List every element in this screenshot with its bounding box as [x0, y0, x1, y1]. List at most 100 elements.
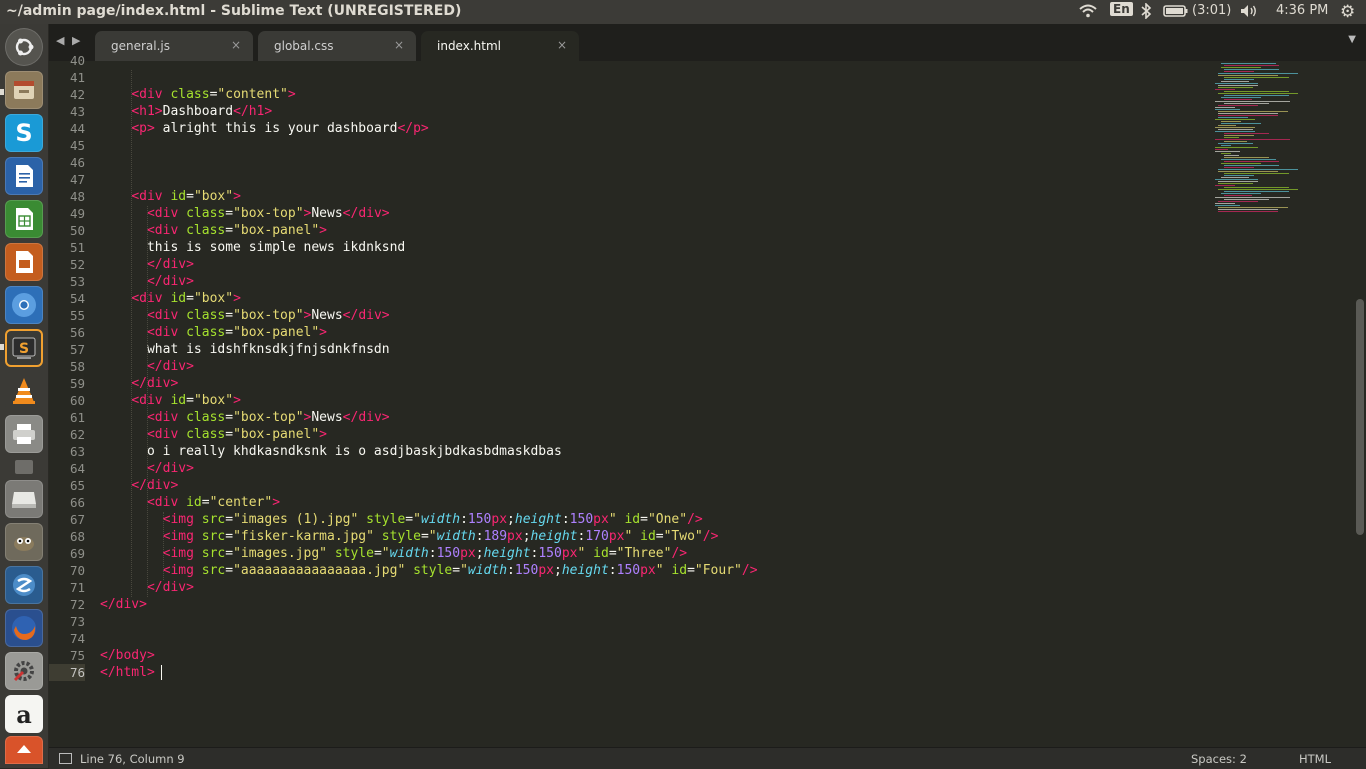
code-line[interactable]: <div class="box-top">News</div>: [100, 409, 390, 426]
line-number: 49: [69, 206, 85, 221]
line-number: 57: [69, 342, 85, 357]
drive-icon[interactable]: [5, 480, 43, 518]
sublime-text-icon[interactable]: S: [5, 329, 43, 367]
running-indicator: [0, 89, 4, 95]
minimap-line: [1218, 85, 1258, 86]
files-icon[interactable]: [5, 71, 43, 109]
code-line[interactable]: </html>: [100, 664, 162, 681]
line-number: 74: [69, 631, 85, 646]
line-number: 47: [69, 172, 85, 187]
line-number-gutter: 40 41 42 43 44 45 46 47 48 49 50 51 52 53 54 55 56 57 58 5…: [49, 53, 85, 747]
code-line[interactable]: <div class="box-panel">: [100, 324, 327, 341]
chromium-icon[interactable]: [5, 286, 43, 324]
code-line[interactable]: <img src="images.jpg" style="width:150px…: [100, 545, 687, 562]
ubuntu-dash-icon[interactable]: [5, 28, 43, 66]
line-number: 62: [69, 427, 85, 442]
minimap-line: [1218, 73, 1298, 74]
code-line[interactable]: </body>: [100, 647, 155, 664]
code-line[interactable]: </div>: [100, 375, 178, 392]
skype-icon[interactable]: S: [5, 114, 43, 152]
close-icon[interactable]: ×: [394, 38, 404, 52]
line-number: 75: [69, 648, 85, 663]
battery-icon[interactable]: [1163, 3, 1189, 23]
minimap-line: [1218, 125, 1236, 126]
minimap-line: [1218, 207, 1288, 208]
code-line[interactable]: <img src="images (1).jpg" style="width:1…: [100, 511, 703, 528]
line-number: 58: [69, 359, 85, 374]
indentation-setting[interactable]: Spaces: 2: [1191, 752, 1247, 766]
minimap-line: [1218, 209, 1278, 210]
vertical-scrollbar[interactable]: [1356, 299, 1364, 535]
code-line[interactable]: <div id="box">: [100, 392, 241, 409]
code-line[interactable]: <div class="box-panel">: [100, 222, 327, 239]
tab-scroll-right-icon[interactable]: ▶: [72, 34, 80, 47]
code-line[interactable]: <div class="box-top">News</div>: [100, 205, 390, 222]
tab-index-html[interactable]: index.html ×: [421, 31, 579, 61]
line-number: 52: [69, 257, 85, 272]
minimap-line: [1215, 203, 1235, 204]
volume-icon[interactable]: [1239, 3, 1259, 23]
removable-drive-icon[interactable]: [15, 460, 33, 474]
code-line[interactable]: <div class="box-top">News</div>: [100, 307, 390, 324]
clock[interactable]: 4:36 PM: [1276, 3, 1328, 18]
vlc-icon[interactable]: [5, 372, 43, 410]
code-line[interactable]: <div id="box">: [100, 188, 241, 205]
software-updater-icon[interactable]: [5, 736, 43, 764]
system-settings-icon[interactable]: [5, 652, 43, 690]
tab-general-js[interactable]: general.js ×: [95, 31, 253, 61]
minimap-line: [1224, 79, 1254, 80]
code-editor[interactable]: 40 41 42 43 44 45 46 47 48 49 50 51 52 53 54 55 56 57 58 5…: [49, 53, 1366, 747]
minimap-line: [1215, 205, 1240, 206]
line-number: 59: [69, 376, 85, 391]
gimp-icon[interactable]: [5, 523, 43, 561]
code-line[interactable]: this is some simple news ikdnksnd: [100, 239, 405, 256]
code-line[interactable]: <div class="box-panel">: [100, 426, 327, 443]
syntax-selector[interactable]: HTML: [1299, 752, 1331, 766]
code-line[interactable]: <div id="box">: [100, 290, 241, 307]
status-bar: Line 76, Column 9 Spaces: 2 HTML: [49, 747, 1366, 769]
bluetooth-icon[interactable]: [1140, 2, 1152, 23]
minimap-line: [1218, 143, 1253, 144]
line-number: 41: [69, 70, 85, 85]
line-number: 48: [69, 189, 85, 204]
code-line[interactable]: <div id="center">: [100, 494, 280, 511]
firefox-icon[interactable]: [5, 609, 43, 647]
panel-toggle-icon[interactable]: [59, 753, 72, 764]
code-line[interactable]: <p> alright this is your dashboard</p>: [100, 120, 428, 137]
calc-icon[interactable]: [5, 200, 43, 238]
minimap-line: [1224, 199, 1269, 200]
code-line[interactable]: what is idshfknsdkjfnjsdnkfnsdn: [100, 341, 390, 358]
tab-dropdown-icon[interactable]: ▼: [1348, 34, 1356, 45]
code-line[interactable]: </div>: [100, 477, 178, 494]
tab-global-css[interactable]: global.css ×: [258, 31, 416, 61]
close-icon[interactable]: ×: [557, 38, 567, 52]
wifi-icon[interactable]: [1078, 3, 1098, 23]
line-number: 54: [69, 291, 85, 306]
minimap[interactable]: [1215, 61, 1345, 221]
printer-icon[interactable]: [5, 415, 43, 453]
writer-icon[interactable]: [5, 157, 43, 195]
code-line[interactable]: </div>: [100, 596, 147, 613]
minimap-line: [1221, 121, 1241, 122]
code-line[interactable]: o i really khdkasndksnk is o asdjbaskjbd…: [100, 443, 562, 460]
line-number: 46: [69, 155, 85, 170]
keyboard-layout-icon[interactable]: En: [1110, 2, 1133, 17]
code-line[interactable]: <img src="aaaaaaaaaaaaaaaa.jpg" style="w…: [100, 562, 758, 579]
minimap-line: [1215, 149, 1228, 150]
minimap-line: [1224, 167, 1254, 168]
impress-icon[interactable]: [5, 243, 43, 281]
disk-utility-icon[interactable]: [5, 566, 43, 604]
power-gear-icon[interactable]: ⚙: [1340, 2, 1355, 22]
close-icon[interactable]: ×: [231, 38, 241, 52]
minimap-line: [1224, 157, 1269, 158]
line-number: 70: [69, 563, 85, 578]
minimap-line: [1224, 133, 1269, 134]
code-line[interactable]: <h1>Dashboard</h1>: [100, 103, 272, 120]
amazon-icon[interactable]: a: [5, 695, 43, 733]
minimap-line: [1218, 211, 1278, 212]
code-line[interactable]: <div class="content">: [100, 86, 295, 103]
minimap-line: [1224, 165, 1279, 166]
code-line[interactable]: <img src="fisker-karma.jpg" style="width…: [100, 528, 719, 545]
minimap-line: [1224, 137, 1239, 138]
tab-scroll-left-icon[interactable]: ◀: [56, 34, 64, 47]
